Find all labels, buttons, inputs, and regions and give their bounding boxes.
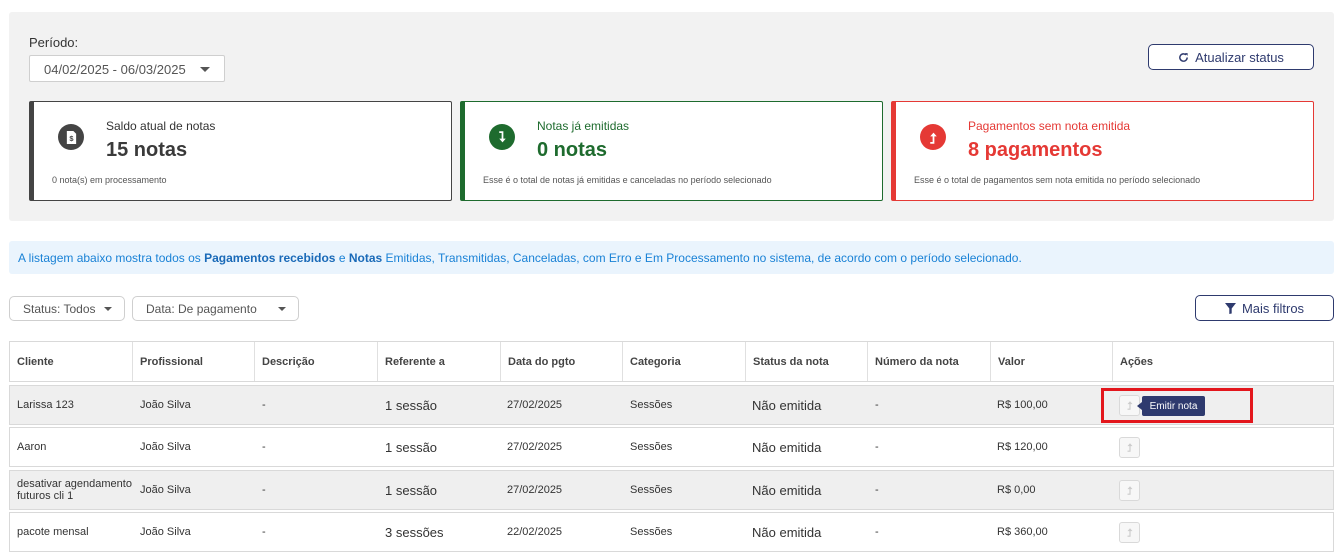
cell-valor: R$ 0,00 [997,484,1036,496]
card-note: Esse é o total de notas já emitidas e ca… [483,175,772,185]
status-filter[interactable]: Status: Todos [9,296,125,321]
cell-acoes [1112,471,1212,509]
cell-referente: 1 sessão [385,439,438,455]
emit-invoice-button[interactable] [1119,479,1140,501]
col-header-data[interactable]: Data do pgto [500,342,622,381]
table-row: pacote mensal João Silva - 3 sessões 22/… [9,512,1334,552]
arrow-up-icon [1127,486,1132,495]
caret-down-icon [104,307,112,311]
card-title: Saldo atual de notas [106,119,216,133]
info-text: A listagem abaixo mostra todos os [18,251,205,265]
info-bold-notas: Notas [348,251,383,265]
refresh-status-label: Atualizar status [1195,49,1284,65]
col-header-profissional[interactable]: Profissional [132,342,254,381]
info-banner: A listagem abaixo mostra todos os Pagame… [9,241,1334,274]
card-note: 0 nota(s) em processamento [52,175,167,185]
refresh-status-button[interactable]: Atualizar status [1148,44,1314,70]
cell-acoes [1112,513,1212,551]
emit-invoice-button[interactable] [1119,436,1140,458]
cell-referente: 3 sessões [385,524,444,540]
col-header-status[interactable]: Status da nota [745,342,867,381]
cell-status: Não emitida [752,397,822,413]
highlight-box [1101,388,1253,423]
table-row: desativar agendamento futuros cli 1 João… [9,470,1334,510]
date-filter-label: Data: De pagamento [146,302,257,316]
more-filters-label: Mais filtros [1241,300,1305,316]
col-header-valor[interactable]: Valor [990,342,1112,381]
card-pagamentos-sem-nota: Pagamentos sem nota emitida 8 pagamentos… [891,101,1314,201]
cell-data: 27/02/2025 [507,484,563,496]
cell-cliente: pacote mensal [17,526,89,538]
col-header-numero[interactable]: Número da nota [867,342,990,381]
caret-down-icon [278,307,286,311]
filter-icon [1224,302,1236,314]
cell-categoria: Sessões [630,441,673,453]
col-header-referente[interactable]: Referente a [377,342,500,381]
table-header: Cliente Profissional Descrição Referente… [9,341,1334,382]
cell-referente: 1 sessão [385,397,438,413]
cell-descricao: - [262,526,266,538]
col-header-cliente[interactable]: Cliente [10,342,132,381]
card-value: 8 pagamentos [968,139,1103,161]
arrow-down-icon [489,124,515,150]
info-text: Emitidas, Transmitidas, Canceladas, com … [382,251,1022,265]
info-bold-pagamentos: Pagamentos recebidos [204,251,336,265]
cell-data: 27/02/2025 [507,399,563,411]
cell-descricao: - [262,484,266,496]
col-header-descricao[interactable]: Descrição [254,342,377,381]
cell-profissional: João Silva [140,484,191,496]
period-select[interactable]: 04/02/2025 - 06/03/2025 [29,55,225,82]
col-header-categoria[interactable]: Categoria [622,342,745,381]
arrow-up-icon [920,124,946,150]
cell-status: Não emitida [752,439,822,455]
cell-status: Não emitida [752,482,822,498]
info-text: e [335,251,349,265]
refresh-icon [1179,52,1188,62]
cell-numero: - [875,399,879,411]
caret-down-icon [200,67,210,72]
cell-data: 22/02/2025 [507,526,563,538]
cell-numero: - [875,484,879,496]
status-filter-label: Status: Todos [23,302,96,316]
cell-cliente: desativar agendamento futuros cli 1 [17,478,132,502]
card-title: Pagamentos sem nota emitida [968,119,1131,133]
card-value: 0 notas [537,139,608,161]
cell-valor: R$ 120,00 [997,441,1048,453]
cell-cliente: Aaron [17,441,47,453]
cell-categoria: Sessões [630,526,673,538]
emit-invoice-button[interactable] [1119,521,1140,543]
cell-valor: R$ 360,00 [997,526,1048,538]
document-dollar-icon: $ [58,124,84,150]
card-value: 15 notas [106,139,188,161]
cell-categoria: Sessões [630,484,673,496]
more-filters-button[interactable]: Mais filtros [1195,295,1334,321]
cell-valor: R$ 100,00 [997,399,1048,411]
cell-status: Não emitida [752,524,822,540]
cell-profissional: João Silva [140,399,191,411]
date-filter[interactable]: Data: De pagamento [132,296,299,321]
cell-numero: - [875,526,879,538]
cell-profissional: João Silva [140,441,191,453]
cell-data: 27/02/2025 [507,441,563,453]
cell-acoes [1112,428,1212,466]
arrow-up-icon [1127,528,1132,537]
card-notas-emitidas: Notas já emitidas 0 notas Esse é o total… [460,101,883,201]
cell-descricao: - [262,399,266,411]
table-row: Aaron João Silva - 1 sessão 27/02/2025 S… [9,427,1334,467]
period-label: Período: [29,35,79,50]
card-title: Notas já emitidas [537,119,630,133]
cell-numero: - [875,441,879,453]
card-saldo-notas: $ Saldo atual de notas 15 notas 0 nota(s… [29,101,452,201]
cell-categoria: Sessões [630,399,673,411]
summary-panel: Período: 04/02/2025 - 06/03/2025 Atualiz… [9,12,1334,221]
arrow-up-icon [1127,443,1132,452]
cell-referente: 1 sessão [385,482,438,498]
period-value: 04/02/2025 - 06/03/2025 [44,62,186,77]
cell-descricao: - [262,441,266,453]
cell-cliente: Larissa 123 [17,399,74,411]
cell-profissional: João Silva [140,526,191,538]
card-note: Esse é o total de pagamentos sem nota em… [914,175,1201,185]
col-header-acoes: Ações [1112,342,1333,381]
